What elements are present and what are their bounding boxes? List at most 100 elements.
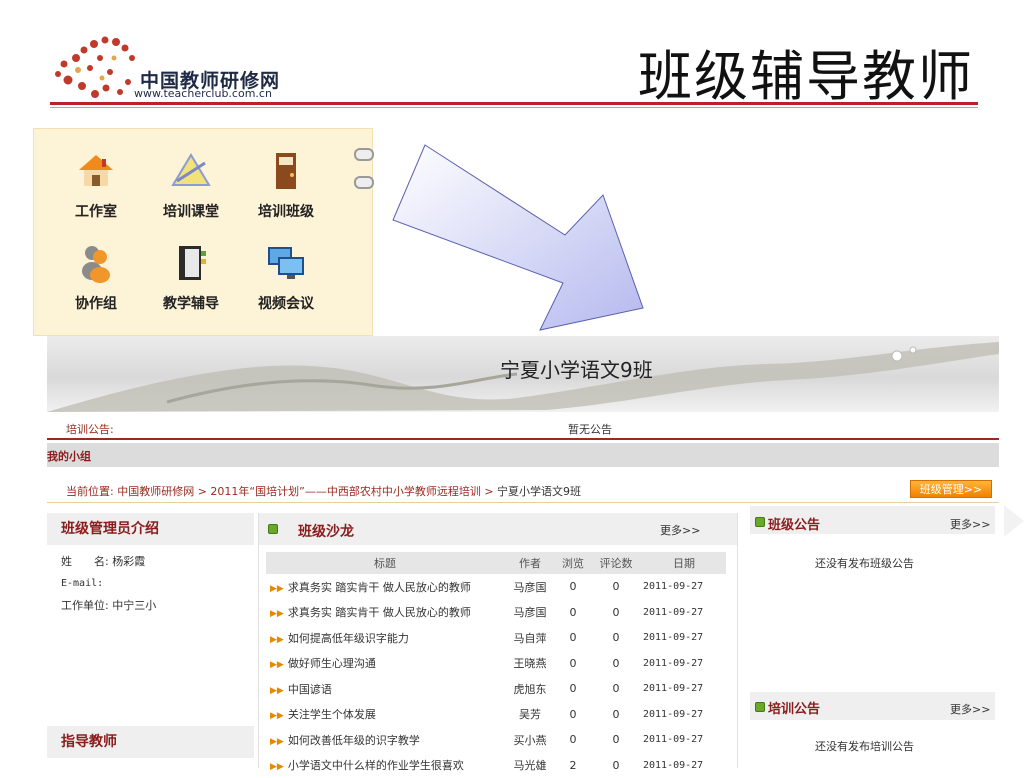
admin-panel: 班级管理员介绍 姓 名: 杨彩霞 E-mail: 工作单位: 中宁三小 指导教师 (47, 513, 254, 768)
col-author: 作者 (504, 552, 556, 574)
table-row: ▶▶求真务实 踏实肯干 做人民放心的教师马彦国002011-09-27 (266, 600, 726, 626)
bullet-icon (755, 517, 765, 527)
arrow-bullet-icon: ▶▶ (270, 762, 284, 772)
post-title[interactable]: 中国谚语 (288, 683, 332, 696)
tile-label: 协作组 (56, 293, 136, 313)
notice-label: 培训公告: (66, 421, 114, 437)
post-views: 2 (556, 753, 590, 778)
arrow-bullet-icon: ▶▶ (270, 660, 284, 670)
logo-url: www.teacherclub.com.cn (134, 87, 272, 100)
train-notice-more-link[interactable]: 更多>> (950, 701, 990, 717)
door-icon (266, 151, 306, 191)
post-date: 2011-09-27 (642, 625, 726, 651)
notebook-icon (171, 243, 211, 283)
post-views: 0 (556, 600, 590, 626)
post-author[interactable]: 马自萍 (504, 625, 556, 651)
post-views: 0 (556, 651, 590, 677)
post-views: 0 (556, 702, 590, 728)
post-author[interactable]: 马彦国 (504, 600, 556, 626)
post-author[interactable]: 马光雄 (504, 753, 556, 778)
post-title[interactable]: 做好师生心理沟通 (288, 657, 376, 670)
divider (47, 502, 999, 503)
post-title[interactable]: 求真务实 踏实肯干 做人民放心的教师 (288, 581, 471, 594)
logo-dots-icon (50, 34, 140, 100)
post-author[interactable]: 马彦国 (504, 574, 556, 600)
post-author[interactable]: 王晓燕 (504, 651, 556, 677)
post-comments: 0 (590, 574, 642, 600)
post-date: 2011-09-27 (642, 753, 726, 778)
tile-studio[interactable]: 工作室 (56, 151, 136, 221)
arrow-icon (385, 140, 655, 335)
post-comments: 0 (590, 702, 642, 728)
arrow-bullet-icon: ▶▶ (270, 635, 284, 645)
table-row: ▶▶做好师生心理沟通王晓燕002011-09-27 (266, 651, 726, 677)
people-icon (76, 243, 116, 283)
tile-classroom[interactable]: 培训课堂 (151, 151, 231, 221)
group-bar (47, 443, 999, 467)
binder-clip-icon (354, 176, 374, 189)
salon-more-link[interactable]: 更多>> (660, 522, 700, 538)
bullet-icon (755, 702, 765, 712)
salon-title: 班级沙龙 (298, 521, 354, 541)
tile-label: 教学辅导 (151, 293, 231, 313)
tile-label: 培训班级 (246, 201, 326, 221)
table-row: ▶▶中国谚语虎旭东002011-09-27 (266, 676, 726, 702)
binder-clip-icon (354, 148, 374, 161)
admin-unit: 中宁三小 (112, 599, 156, 612)
table-row: ▶▶求真务实 踏实肯干 做人民放心的教师马彦国002011-09-27 (266, 574, 726, 600)
post-views: 0 (556, 625, 590, 651)
post-comments: 0 (590, 753, 642, 778)
side-expand-tab[interactable] (1004, 505, 1024, 537)
post-date: 2011-09-27 (642, 702, 726, 728)
admin-name-row: 姓 名: 杨彩霞 (47, 551, 254, 573)
arrow-bullet-icon: ▶▶ (270, 737, 284, 747)
tile-video-meeting[interactable]: 视频会议 (246, 243, 326, 313)
salon-table: 标题 作者 浏览 评论数 日期 ▶▶求真务实 踏实肯干 做人民放心的教师马彦国0… (266, 552, 726, 778)
tile-tutoring[interactable]: 教学辅导 (151, 243, 231, 313)
post-comments: 0 (590, 651, 642, 677)
post-date: 2011-09-27 (642, 600, 726, 626)
table-row: ▶▶如何提高低年级识字能力马自萍002011-09-27 (266, 625, 726, 651)
class-notice-title: 班级公告 (768, 514, 820, 533)
table-row: ▶▶如何改善低年级的识字教学买小燕002011-09-27 (266, 727, 726, 753)
class-notice-empty: 还没有发布班级公告 (815, 555, 914, 571)
class-manage-button[interactable]: 班级管理>> (910, 480, 992, 498)
post-title[interactable]: 如何改善低年级的识字教学 (288, 734, 420, 747)
admin-name: 杨彩霞 (112, 555, 145, 568)
group-label[interactable]: 我的小组 (47, 448, 91, 464)
post-author[interactable]: 吴芳 (504, 702, 556, 728)
email-label: E-mail: (61, 578, 103, 589)
post-date: 2011-09-27 (642, 676, 726, 702)
post-author[interactable]: 虎旭东 (504, 676, 556, 702)
train-notice-empty: 还没有发布培训公告 (815, 738, 914, 754)
col-title: 标题 (266, 552, 504, 574)
tile-group[interactable]: 协作组 (56, 243, 136, 313)
mentor-title: 指导教师 (47, 726, 254, 758)
post-comments: 0 (590, 600, 642, 626)
monitors-icon (266, 243, 306, 283)
post-title[interactable]: 小学语文中什么样的作业学生很喜欢 (288, 759, 464, 772)
divider (47, 438, 999, 440)
col-comments: 评论数 (590, 552, 642, 574)
app-icon-panel: 工作室 培训课堂 培训班级 协作组 教学辅导 (33, 128, 373, 336)
notice-text: 暂无公告 (568, 421, 612, 437)
house-icon (76, 151, 116, 191)
breadcrumb-path[interactable]: 中国教师研修网 > 2011年“国培计划”——中西部农村中小学教师远程培训 > (117, 485, 497, 498)
post-title[interactable]: 求真务实 踏实肯干 做人民放心的教师 (288, 606, 471, 619)
col-views: 浏览 (556, 552, 590, 574)
post-author[interactable]: 买小燕 (504, 727, 556, 753)
post-comments: 0 (590, 676, 642, 702)
tile-label: 视频会议 (246, 293, 326, 313)
name-label: 姓 名: (61, 555, 109, 568)
tile-class[interactable]: 培训班级 (246, 151, 326, 221)
table-header-row: 标题 作者 浏览 评论数 日期 (266, 552, 726, 574)
train-notice-title: 培训公告 (768, 698, 820, 717)
post-title[interactable]: 关注学生个体发展 (288, 708, 376, 721)
post-title[interactable]: 如何提高低年级识字能力 (288, 632, 409, 645)
col-date: 日期 (642, 552, 726, 574)
bullet-icon (268, 524, 278, 534)
slide-title: 班级辅导教师 (638, 32, 974, 111)
class-notice-more-link[interactable]: 更多>> (950, 516, 990, 532)
post-views: 0 (556, 676, 590, 702)
post-comments: 0 (590, 625, 642, 651)
